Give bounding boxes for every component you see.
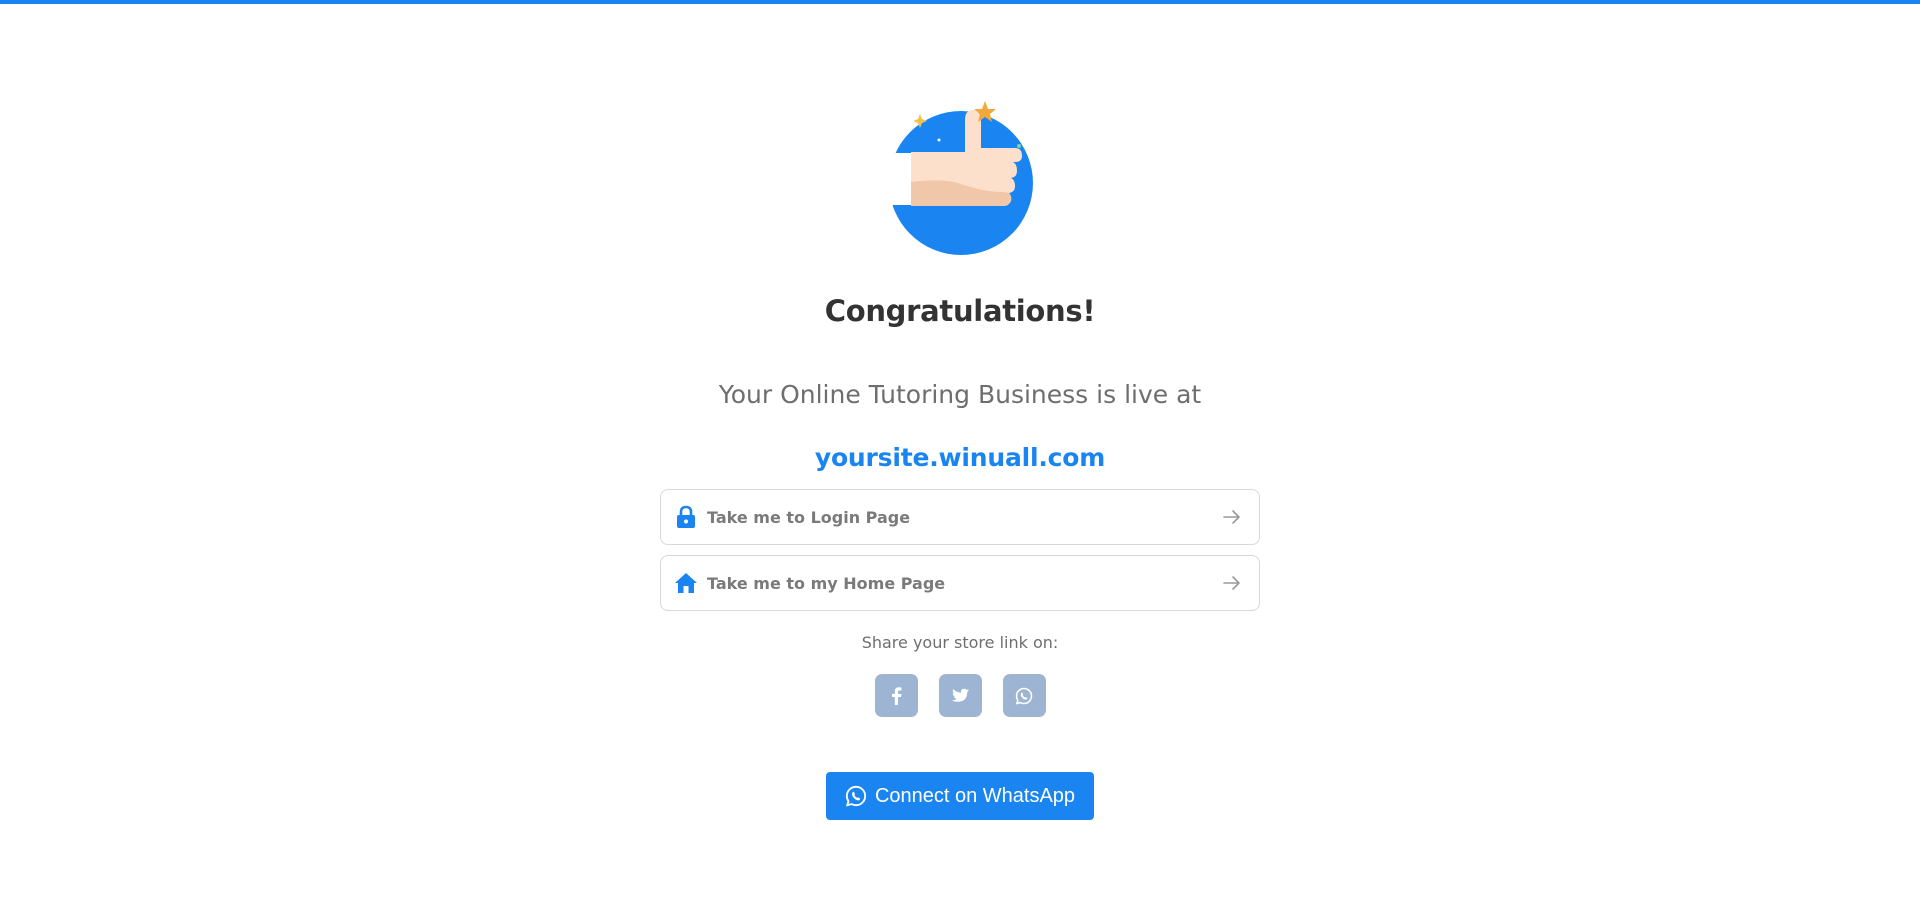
share-twitter-button[interactable]: [938, 674, 982, 717]
home-page-label: Take me to my Home Page: [707, 573, 946, 593]
facebook-icon: [892, 686, 902, 705]
twitter-icon: [951, 688, 969, 702]
share-buttons: [874, 674, 1046, 717]
site-url-link[interactable]: yoursite.winuall.com: [815, 443, 1105, 472]
live-message: Your Online Tutoring Business is live at: [718, 380, 1202, 409]
arrow-right-icon: [1221, 506, 1243, 528]
home-icon: [673, 570, 699, 596]
share-label: Share your store link on:: [861, 633, 1059, 652]
whatsapp-icon: [845, 785, 867, 807]
login-page-button[interactable]: Take me to Login Page: [660, 489, 1260, 545]
login-page-label: Take me to Login Page: [707, 507, 911, 527]
lock-icon: [673, 504, 699, 530]
home-page-button[interactable]: Take me to my Home Page: [660, 555, 1260, 611]
arrow-right-icon: [1221, 572, 1243, 594]
thumbs-up-icon: [885, 101, 1033, 255]
success-panel: Congratulations! Your Online Tutoring Bu…: [0, 0, 1920, 903]
whatsapp-icon: [1015, 687, 1033, 705]
share-facebook-button[interactable]: [874, 674, 918, 717]
page-title: Congratulations!: [824, 294, 1096, 328]
connect-whatsapp-label: Connect on WhatsApp: [874, 784, 1076, 807]
connect-whatsapp-button[interactable]: Connect on WhatsApp: [825, 772, 1095, 820]
share-whatsapp-button[interactable]: [1002, 674, 1046, 717]
